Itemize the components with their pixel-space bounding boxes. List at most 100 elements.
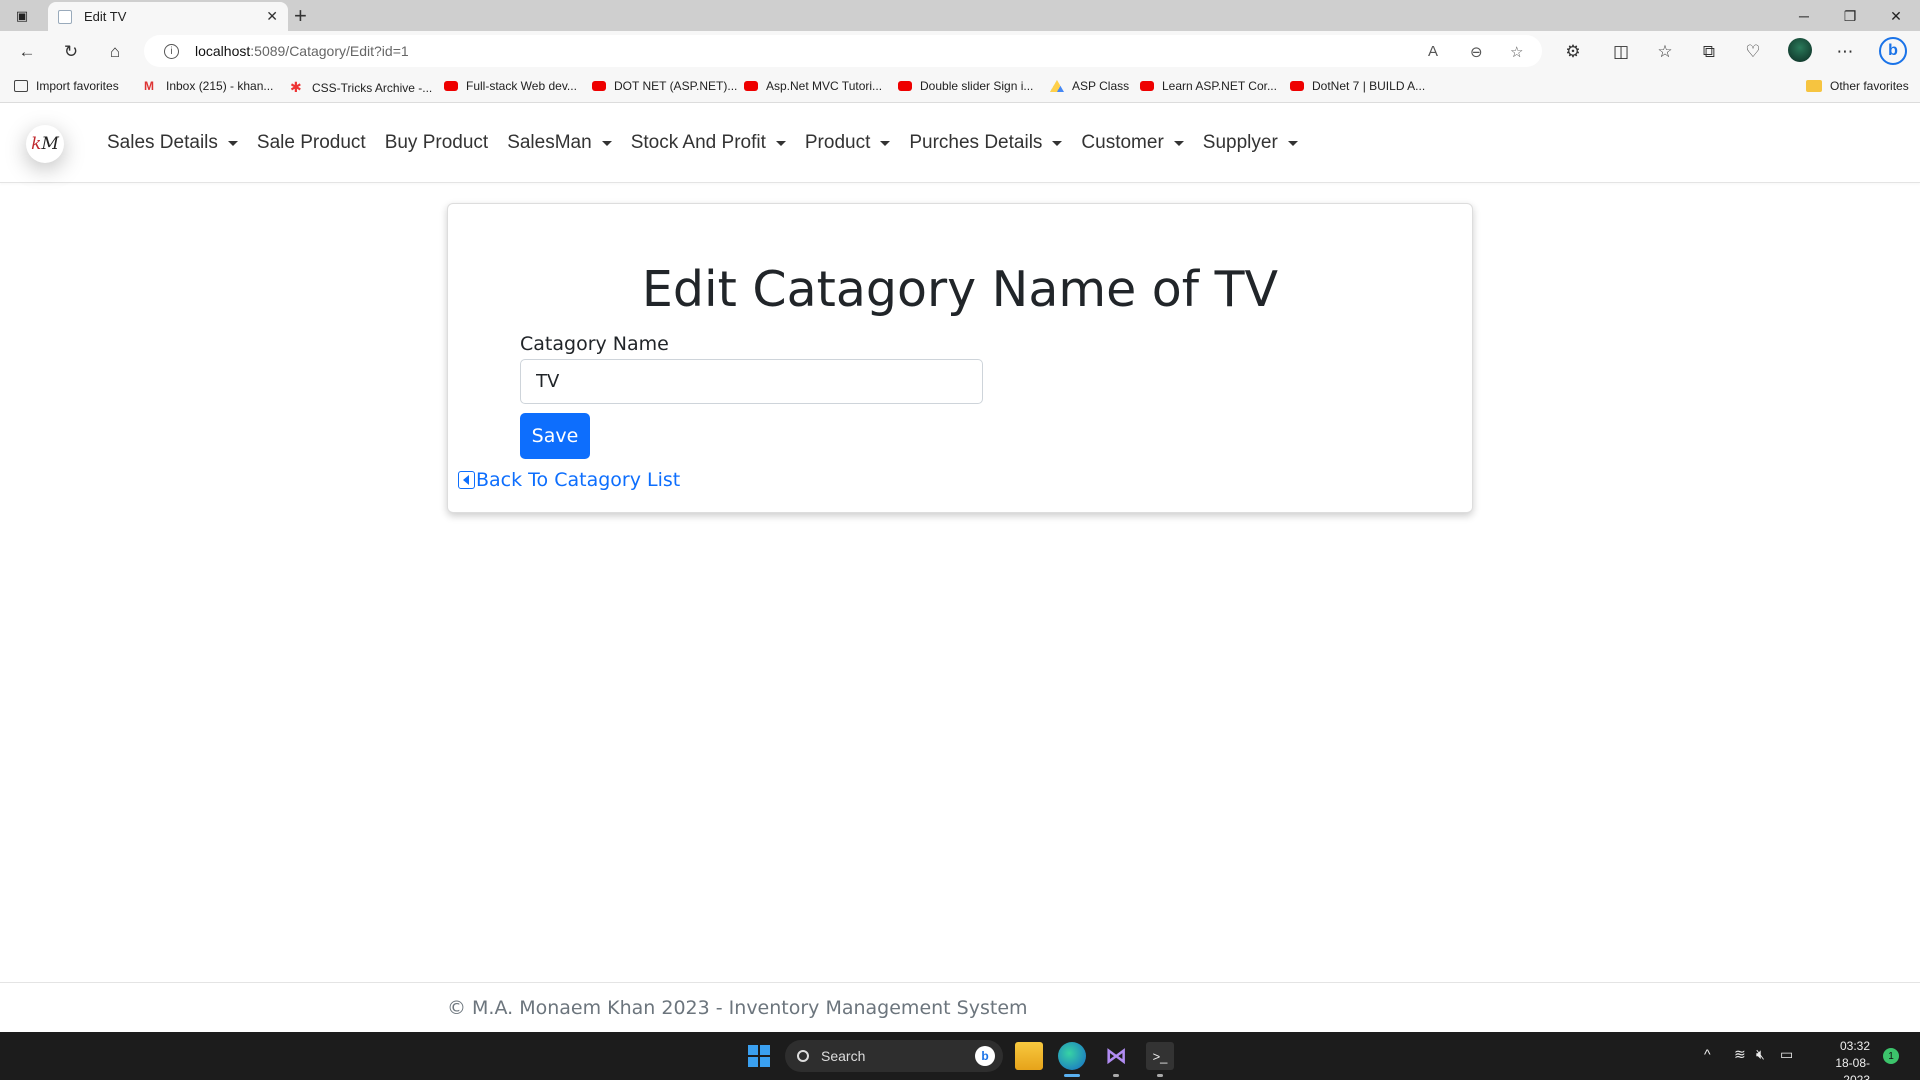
import-icon — [14, 80, 28, 92]
edge-browser-icon[interactable] — [1058, 1042, 1086, 1070]
back-to-list-link[interactable]: Back To Catagory List — [458, 469, 680, 491]
youtube-icon — [592, 81, 606, 91]
nav-item-sale-product[interactable]: Sale Product — [257, 132, 366, 154]
minimize-icon[interactable]: ─ — [1784, 4, 1824, 28]
taskbar-search-label: Search — [821, 1048, 866, 1064]
favorite-item[interactable]: DOT NET (ASP.NET)... — [592, 79, 737, 93]
extensions-icon[interactable]: ⚙ — [1560, 39, 1586, 65]
caret-left-square-icon — [458, 471, 475, 489]
bing-copilot-icon[interactable]: b — [1879, 37, 1907, 65]
caret-down-icon — [601, 140, 612, 146]
youtube-icon — [898, 81, 912, 91]
favorites-bar: Import favorites M Inbox (215) - khan... … — [0, 71, 1920, 103]
youtube-icon — [1290, 81, 1304, 91]
favorite-item[interactable]: Import favorites — [14, 79, 119, 93]
css-tricks-icon: ✱ — [290, 79, 302, 95]
chevron-up-icon[interactable]: ^ — [1704, 1046, 1711, 1062]
nav-item-supplyer[interactable]: Supplyer — [1203, 132, 1298, 154]
address-host: localhost — [195, 43, 251, 59]
category-name-input[interactable] — [520, 359, 983, 404]
caret-down-icon — [1173, 140, 1184, 146]
nav-item-purches-details[interactable]: Purches Details — [909, 132, 1063, 154]
read-aloud-icon[interactable]: A — [1428, 43, 1438, 60]
gmail-icon: M — [144, 79, 154, 93]
zoom-icon[interactable]: ⊖ — [1470, 43, 1483, 61]
bing-icon: b — [975, 1046, 995, 1066]
category-name-label: Catagory Name — [520, 333, 669, 355]
browser-tab[interactable]: Edit TV ✕ — [48, 2, 288, 31]
page-favicon-icon — [58, 9, 72, 24]
site-navbar: kM Sales Details Sale Product Buy Produc… — [0, 103, 1920, 183]
active-app-indicator — [1064, 1074, 1080, 1077]
browser-tab-bar: ▣ Edit TV ✕ + ─ ❐ ✕ — [0, 0, 1920, 31]
address-bar[interactable]: i localhost:5089/Catagory/Edit?id=1 A ⊖ … — [144, 35, 1542, 67]
youtube-icon — [1140, 81, 1154, 91]
running-app-indicator — [1113, 1074, 1119, 1077]
collections-icon[interactable]: ⧉ — [1696, 39, 1722, 65]
favorite-item[interactable]: Learn ASP.NET Cor... — [1140, 79, 1277, 93]
profile-avatar[interactable] — [1788, 38, 1812, 62]
caret-down-icon — [1287, 140, 1298, 146]
nav-links: Sales Details Sale Product Buy Product S… — [107, 103, 1317, 183]
volume-muted-icon[interactable]: 🔇︎ — [1756, 1046, 1765, 1063]
more-options-icon[interactable]: ⋯ — [1832, 39, 1858, 65]
favorites-icon[interactable]: ☆ — [1652, 39, 1678, 65]
caret-down-icon — [880, 140, 891, 146]
windows-start-icon[interactable] — [748, 1045, 770, 1067]
favorite-item[interactable]: ✱ CSS-Tricks Archive -... — [290, 79, 432, 96]
favorite-item[interactable]: Double slider Sign i... — [898, 79, 1033, 93]
clock-date: 18-08-2023 — [1835, 1056, 1870, 1080]
refresh-icon[interactable]: ↻ — [58, 39, 84, 65]
folder-icon — [1806, 80, 1822, 92]
nav-item-salesman[interactable]: SalesMan — [507, 132, 612, 154]
new-tab-button[interactable]: + — [294, 3, 307, 29]
os-taskbar: Search b ⋈ >_ ^ ≋ 🔇︎ ▭ 03:32 18-08-2023 … — [0, 1032, 1920, 1080]
browser-essentials-icon[interactable]: ♡ — [1740, 39, 1766, 65]
save-button[interactable]: Save — [520, 413, 590, 459]
split-screen-icon[interactable]: ◫ — [1608, 39, 1634, 65]
address-path: :5089/Catagory/Edit?id=1 — [250, 43, 409, 59]
page-title: Edit Catagory Name of TV — [641, 261, 1279, 318]
wifi-icon[interactable]: ≋ — [1734, 1046, 1746, 1063]
footer-copyright: © M.A. Monaem Khan 2023 - Inventory Mana… — [447, 997, 1028, 1019]
nav-item-buy-product[interactable]: Buy Product — [385, 132, 489, 154]
nav-item-stock-and-profit[interactable]: Stock And Profit — [631, 132, 786, 154]
home-icon[interactable]: ⌂ — [102, 39, 128, 65]
nav-item-product[interactable]: Product — [805, 132, 891, 154]
page-viewport: kM Sales Details Sale Product Buy Produc… — [0, 103, 1920, 1032]
tab-close-icon[interactable]: ✕ — [266, 8, 278, 25]
favorite-item[interactable]: DotNet 7 | BUILD A... — [1290, 79, 1425, 93]
caret-down-icon — [775, 140, 786, 146]
caret-down-icon — [1052, 140, 1063, 146]
tab-title: Edit TV — [84, 9, 127, 24]
file-explorer-icon[interactable] — [1015, 1042, 1043, 1070]
taskbar-search[interactable]: Search b — [785, 1040, 1003, 1072]
back-arrow-icon[interactable]: ← — [14, 39, 40, 65]
taskbar-clock[interactable]: 03:32 18-08-2023 — [1810, 1038, 1870, 1080]
site-info-icon[interactable]: i — [164, 43, 179, 59]
close-window-icon[interactable]: ✕ — [1876, 4, 1916, 28]
nav-item-sales-details[interactable]: Sales Details — [107, 132, 238, 154]
battery-icon[interactable]: ▭ — [1780, 1046, 1793, 1063]
page-footer: © M.A. Monaem Khan 2023 - Inventory Mana… — [0, 982, 1920, 1032]
nav-item-customer[interactable]: Customer — [1081, 132, 1184, 154]
favorite-item[interactable]: ASP Class — [1050, 79, 1129, 93]
search-icon — [797, 1050, 809, 1062]
edit-form-card: Edit Catagory Name of TV Catagory Name S… — [447, 203, 1473, 513]
notification-badge[interactable]: 1 — [1883, 1048, 1899, 1064]
drive-icon — [1050, 80, 1064, 92]
back-link-label: Back To Catagory List — [476, 469, 681, 491]
tab-actions-icon[interactable]: ▣ — [10, 4, 34, 28]
favorite-star-icon[interactable]: ☆ — [1510, 43, 1523, 61]
terminal-icon[interactable]: >_ — [1146, 1042, 1174, 1070]
restore-icon[interactable]: ❐ — [1830, 4, 1870, 28]
favorite-item[interactable]: M Inbox (215) - khan... — [144, 79, 273, 93]
site-logo[interactable]: kM — [26, 125, 64, 163]
favorite-item[interactable]: Asp.Net MVC Tutori... — [744, 79, 882, 93]
browser-toolbar: ← ↻ ⌂ i localhost:5089/Catagory/Edit?id=… — [0, 31, 1920, 71]
favorite-item[interactable]: Full-stack Web dev... — [444, 79, 577, 93]
visual-studio-icon[interactable]: ⋈ — [1102, 1042, 1130, 1070]
caret-down-icon — [227, 140, 238, 146]
youtube-icon — [444, 81, 458, 91]
other-favorites[interactable]: Other favorites — [1806, 79, 1909, 93]
